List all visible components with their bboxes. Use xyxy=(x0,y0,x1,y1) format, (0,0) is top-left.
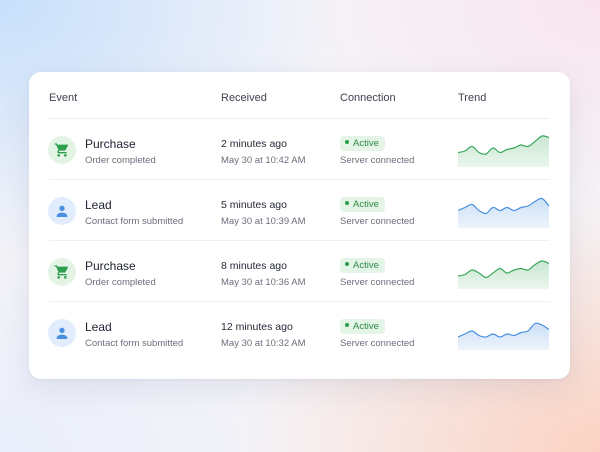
events-card: Event Received Connection Trend Purchase… xyxy=(29,72,570,379)
event-subtitle: Order completed xyxy=(85,155,156,166)
received-relative: 8 minutes ago xyxy=(221,260,287,272)
status-badge: Active xyxy=(340,258,385,273)
event-subtitle: Contact form submitted xyxy=(85,338,184,349)
column-header-connection[interactable]: Connection xyxy=(340,92,396,104)
event-title: Lead xyxy=(85,320,112,334)
table-row-lead[interactable]: Lead Contact form submitted 12 minutes a… xyxy=(29,302,570,363)
received-relative: 2 minutes ago xyxy=(221,138,287,150)
status-dot xyxy=(345,262,349,267)
table-row-purchase[interactable]: Purchase Order completed 2 minutes ago M… xyxy=(29,119,570,180)
event-title: Lead xyxy=(85,198,112,212)
event-icon-badge xyxy=(48,136,76,164)
trend-sparkline xyxy=(458,197,549,228)
received-date: May 30 at 10:39 AM xyxy=(221,216,306,227)
event-subtitle: Contact form submitted xyxy=(85,216,184,227)
event-icon-badge xyxy=(48,197,76,225)
status-dot xyxy=(345,323,349,328)
status-dot xyxy=(345,201,349,206)
status-label: Active xyxy=(353,321,379,332)
trend-sparkline xyxy=(458,322,549,350)
user-icon xyxy=(56,205,68,217)
status-label: Active xyxy=(353,199,379,210)
trend-sparkline xyxy=(458,260,549,289)
table-row-lead[interactable]: Lead Contact form submitted 5 minutes ag… xyxy=(29,180,570,241)
status-label: Active xyxy=(353,138,379,149)
status-badge: Active xyxy=(340,319,385,334)
event-icon-badge xyxy=(48,258,76,286)
status-label: Active xyxy=(353,260,379,271)
received-date: May 30 at 10:36 AM xyxy=(221,277,306,288)
status-badge: Active xyxy=(340,136,385,151)
column-header-received[interactable]: Received xyxy=(221,92,267,104)
event-icon-badge xyxy=(48,319,76,347)
received-date: May 30 at 10:42 AM xyxy=(221,155,306,166)
connection-detail: Server connected xyxy=(340,216,415,227)
column-header-event[interactable]: Event xyxy=(49,92,77,104)
user-icon xyxy=(56,327,68,339)
trend-area xyxy=(458,260,549,289)
table-row-purchase[interactable]: Purchase Order completed 8 minutes ago M… xyxy=(29,241,570,302)
received-relative: 12 minutes ago xyxy=(221,321,293,333)
trend-area xyxy=(458,323,549,350)
shopping-cart-icon xyxy=(54,265,69,279)
table-header: Event Received Connection Trend xyxy=(29,72,570,119)
status-dot xyxy=(345,140,349,145)
received-date: May 30 at 10:32 AM xyxy=(221,338,306,349)
event-subtitle: Order completed xyxy=(85,277,156,288)
connection-detail: Server connected xyxy=(340,338,415,349)
shopping-cart-icon xyxy=(54,143,69,157)
event-title: Purchase xyxy=(85,259,136,273)
connection-detail: Server connected xyxy=(340,277,415,288)
status-badge: Active xyxy=(340,197,385,212)
column-header-trend[interactable]: Trend xyxy=(458,92,486,104)
trend-area xyxy=(458,198,549,228)
received-relative: 5 minutes ago xyxy=(221,199,287,211)
connection-detail: Server connected xyxy=(340,155,415,166)
trend-sparkline xyxy=(458,135,549,167)
event-title: Purchase xyxy=(85,137,136,151)
